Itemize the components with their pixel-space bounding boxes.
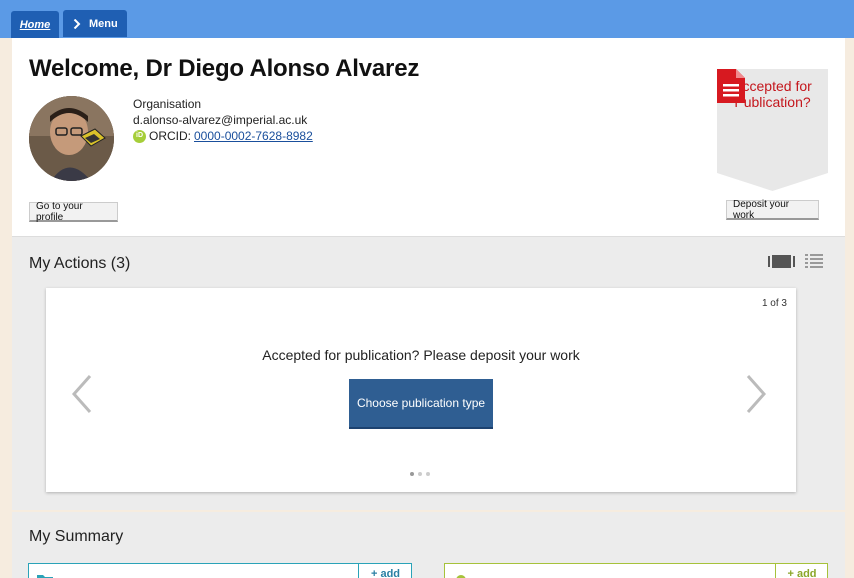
circle-icon: [456, 575, 466, 578]
summary-card-grants: + add: [444, 563, 828, 578]
carousel-view-icon[interactable]: [768, 254, 795, 268]
add-publication-button[interactable]: + add: [358, 564, 412, 578]
carousel-dots: [410, 472, 430, 476]
top-nav-bar: Home Menu: [0, 0, 854, 38]
email-text: d.alonso-alvarez@imperial.ac.uk: [133, 113, 308, 127]
profile-info: Organisation d.alonso-alvarez@imperial.a…: [133, 96, 313, 144]
carousel-dot[interactable]: [410, 472, 414, 476]
orcid-label: ORCID:: [149, 129, 191, 143]
action-card: 1 of 3 Accepted for publication? Please …: [46, 288, 796, 492]
action-message: Accepted for publication? Please deposit…: [262, 347, 580, 363]
my-actions-title: My Actions (3): [29, 255, 131, 272]
carousel-dot[interactable]: [426, 472, 430, 476]
organisation-label: Organisation: [133, 97, 202, 111]
slide-counter: 1 of 3: [761, 298, 787, 309]
home-tab[interactable]: Home: [11, 11, 59, 38]
add-grant-button[interactable]: + add: [775, 564, 828, 578]
menu-tab[interactable]: Menu: [63, 10, 127, 37]
my-summary-title: My Summary: [29, 528, 124, 545]
chevron-right-icon: [73, 18, 81, 29]
profile-panel: Welcome, Dr Diego Alonso Alvarez Organis…: [12, 38, 845, 236]
chevron-right-icon[interactable]: [744, 374, 768, 414]
folder-icon: [37, 575, 53, 578]
deposit-badge[interactable]: Accepted for Publication?: [717, 69, 828, 191]
orcid-link[interactable]: 0000-0002-7628-8982: [194, 128, 313, 144]
list-view-icon[interactable]: [805, 254, 823, 268]
my-actions-panel: My Actions (3) 1 of 3 Accepted for publi…: [12, 236, 845, 510]
view-toggle: [768, 254, 823, 268]
summary-card-publications: + add: [28, 563, 412, 578]
chevron-left-icon[interactable]: [70, 374, 94, 414]
go-to-profile-button[interactable]: Go to your profile: [29, 201, 118, 223]
menu-label: Menu: [89, 17, 118, 30]
deposit-work-button[interactable]: Deposit your work: [726, 199, 819, 221]
my-summary-panel: My Summary + add + add: [12, 512, 845, 578]
document-icon: [717, 69, 745, 103]
carousel-dot[interactable]: [418, 472, 422, 476]
avatar: [29, 96, 114, 181]
welcome-heading: Welcome, Dr Diego Alonso Alvarez: [29, 55, 420, 82]
orcid-icon: iD: [133, 129, 146, 143]
choose-publication-type-button[interactable]: Choose publication type: [349, 379, 493, 429]
